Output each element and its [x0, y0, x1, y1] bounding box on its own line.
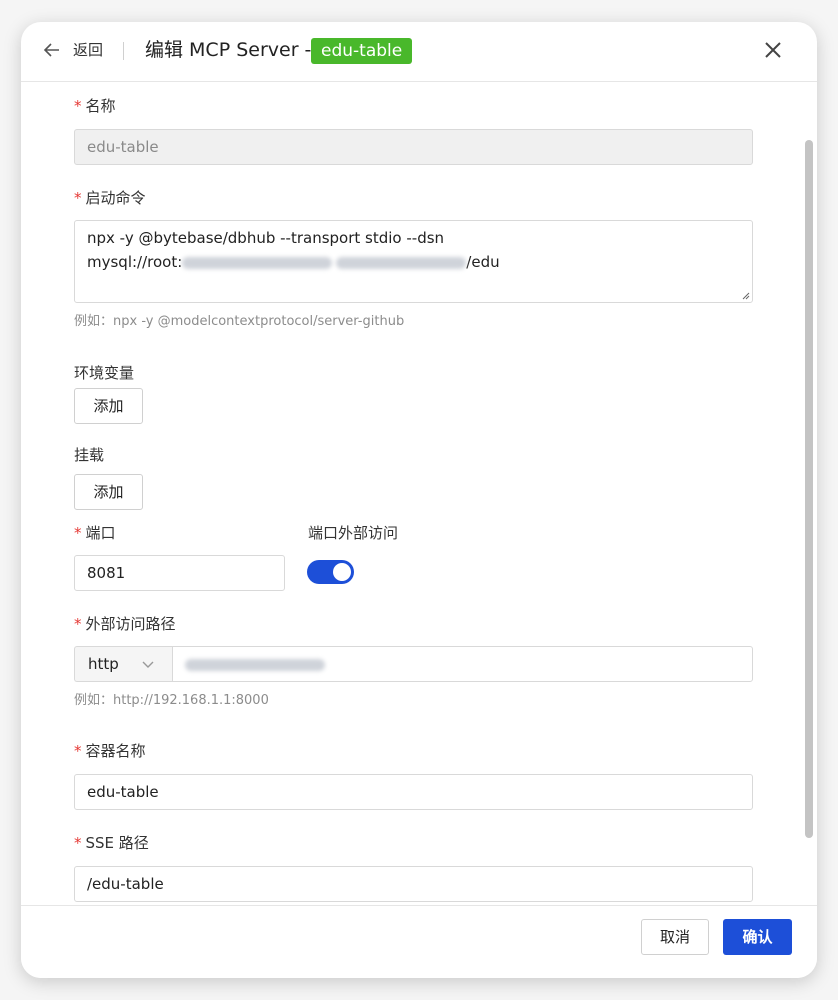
command-line-2: mysql://root:/edu	[87, 253, 500, 271]
external-access-label: 端口外部访问	[308, 524, 399, 542]
server-name-tag: edu-table	[311, 38, 413, 64]
command-hint: 例如：npx -y @modelcontextprotocol/server-g…	[74, 314, 405, 329]
container-name-label: * 容器名称	[74, 742, 146, 760]
header-divider	[123, 42, 124, 60]
sse-path-label: * SSE 路径	[74, 834, 149, 852]
command-textarea[interactable]: npx -y @bytebase/dbhub --transport stdio…	[74, 220, 753, 303]
name-input[interactable]: edu-table	[74, 129, 753, 165]
back-button[interactable]: 返回	[73, 40, 103, 60]
required-mark: *	[74, 742, 82, 760]
command-label: * 启动命令	[74, 189, 146, 207]
external-path-hint: 例如：http://192.168.1.1:8000	[74, 693, 269, 708]
toggle-knob	[333, 563, 351, 581]
page-title: 编辑 MCP Server -	[145, 39, 312, 61]
add-env-button[interactable]: 添加	[74, 388, 143, 424]
scrollbar[interactable]	[805, 140, 813, 838]
env-label: 环境变量	[74, 364, 135, 382]
required-mark: *	[74, 615, 82, 633]
dialog-header: 返回 编辑 MCP Server - edu-table	[21, 22, 817, 82]
command-line-1: npx -y @bytebase/dbhub --transport stdio…	[87, 229, 445, 247]
port-input[interactable]: 8081	[74, 555, 285, 591]
mount-label: 挂载	[74, 446, 105, 464]
redacted-host	[336, 256, 467, 269]
name-label: * 名称	[74, 97, 116, 115]
dialog-footer: 取消 确认	[21, 905, 817, 978]
required-mark: *	[74, 97, 82, 115]
required-mark: *	[74, 189, 82, 207]
back-arrow-icon[interactable]	[43, 39, 63, 61]
required-mark: *	[74, 834, 82, 852]
port-label: * 端口	[74, 524, 116, 542]
protocol-select[interactable]: http	[74, 646, 173, 682]
container-name-input[interactable]: edu-table	[74, 774, 753, 810]
required-mark: *	[74, 524, 82, 542]
resize-handle-icon[interactable]	[742, 292, 750, 300]
close-icon[interactable]	[761, 38, 785, 62]
form-body: * 名称 edu-table * 启动命令 npx -y @bytebase/dbh…	[21, 82, 817, 905]
external-path-input[interactable]	[172, 646, 753, 682]
confirm-button[interactable]: 确认	[723, 919, 792, 955]
redacted-address	[185, 658, 325, 671]
sse-path-input[interactable]: /edu-table	[74, 866, 753, 902]
add-mount-button[interactable]: 添加	[74, 474, 143, 510]
chevron-down-icon	[142, 661, 154, 668]
cancel-button[interactable]: 取消	[641, 919, 709, 955]
external-path-label: * 外部访问路径	[74, 615, 176, 633]
edit-mcp-server-dialog: 返回 编辑 MCP Server - edu-table * 名称 edu-tab…	[21, 22, 817, 978]
redacted-password	[182, 256, 333, 269]
external-access-toggle[interactable]	[307, 560, 354, 584]
